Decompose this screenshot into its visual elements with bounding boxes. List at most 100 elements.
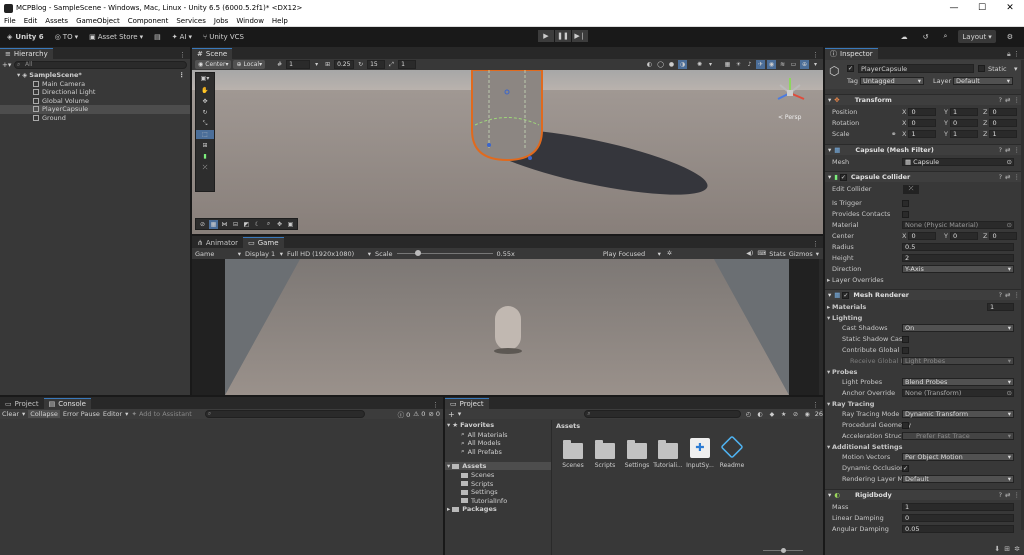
warning-count-badge[interactable]: ⚠ 0 (413, 410, 425, 418)
mute-audio-icon[interactable]: ◀) (745, 249, 754, 258)
more-menu-icon[interactable]: ⋮ (179, 71, 186, 79)
lighting-toggle-icon[interactable]: ☀ (734, 60, 743, 69)
constrain-proportions-icon[interactable]: ⚭ (891, 130, 896, 138)
receive-gi-dropdown[interactable]: Light Probes ▾ (902, 357, 1014, 365)
preset-icon[interactable]: ⇄ (1005, 491, 1010, 499)
game-scrollbar[interactable] (819, 259, 823, 395)
clear-button[interactable]: Clear (2, 410, 19, 418)
hierarchy-search-input[interactable]: ⌕ All (14, 60, 187, 69)
stats-button[interactable]: Stats (769, 250, 786, 258)
breadcrumb[interactable]: Assets (556, 422, 580, 430)
saved-search-icon[interactable]: ★ (779, 410, 788, 419)
error-count-badge[interactable]: ⓘ 0 (398, 409, 411, 419)
assets-folder-item[interactable]: ▾ Assets (445, 462, 551, 470)
menu-jobs[interactable]: Jobs (210, 17, 232, 25)
more-menu-icon[interactable]: ⋮ (1014, 173, 1021, 181)
lightmap-icon[interactable]: ☾ (253, 220, 262, 229)
preset-icon[interactable]: ⇄ (1005, 96, 1010, 104)
grid-snap-icon[interactable]: # (275, 60, 284, 69)
rendering-layer-dropdown[interactable]: Default ▾ (902, 475, 1014, 483)
object-picker-icon[interactable]: ⊙ (1007, 158, 1013, 166)
unity-account-button[interactable]: ◈ Unity 6 (3, 31, 48, 44)
help-icon[interactable]: ? (999, 491, 1002, 499)
console-log-area[interactable] (0, 420, 443, 555)
rotate-snap-field[interactable]: 15 (367, 60, 386, 69)
scene-camera-icon[interactable]: ✈ (756, 60, 765, 69)
readme-asset-icon[interactable] (720, 435, 744, 459)
physic-material-field[interactable]: None (Physic Material) ⊙ (902, 221, 1014, 229)
rotation-x-field[interactable]: 0 (908, 119, 937, 127)
zoom-slider-knob[interactable] (781, 548, 786, 553)
center-y-field[interactable]: 0 (949, 232, 978, 240)
log-count-badge[interactable]: ⊘ 0 (428, 410, 443, 418)
mesh-renderer-header[interactable]: ▾ ▦ ✓ Mesh Renderer ? ⇄ ⋮ (825, 289, 1024, 300)
mass-field[interactable]: 1 (902, 503, 1014, 511)
more-menu-icon[interactable]: ⋮ (812, 240, 823, 248)
chevron-down-icon[interactable]: ▾ (1014, 65, 1018, 73)
menu-services[interactable]: Services (172, 17, 210, 25)
render-mode-icon[interactable]: ◑ (678, 60, 687, 69)
layers-icon[interactable]: ≋ (778, 60, 787, 69)
wireframe-icon[interactable]: ◯ (656, 60, 665, 69)
position-x-field[interactable]: 0 (908, 108, 937, 116)
layout-dropdown[interactable]: Layout ▾ (958, 30, 996, 43)
scale-slider[interactable] (396, 249, 493, 258)
visibility-icon[interactable]: ◉ (767, 60, 776, 69)
eye-icon[interactable]: ◉ (803, 410, 812, 419)
probes-group[interactable]: ▾ Probes (825, 367, 1024, 377)
asset-folder-scenes[interactable] (563, 440, 583, 459)
chevron-down-icon[interactable]: ▾ (312, 60, 321, 69)
asset-store-button[interactable]: ▣ Asset Store ▾ (85, 31, 147, 44)
zoom-slider[interactable] (763, 548, 803, 553)
rotate-tool-icon[interactable]: ↻ (196, 108, 214, 117)
scene-root-item[interactable]: ▾ ◈ SampleScene* ⋮ (0, 71, 190, 80)
hierarchy-item-directional-light[interactable]: Directional Light (0, 88, 190, 97)
asset-folder-tutorialinfo[interactable] (658, 440, 678, 459)
cloud-services-icon[interactable]: ☁ (897, 30, 912, 43)
favorites-item[interactable]: ▾ ★ Favorites (447, 421, 494, 429)
preset-icon[interactable]: ⇄ (1005, 291, 1010, 299)
create-asset-button[interactable]: + (448, 410, 455, 419)
chevron-down-icon[interactable]: ▾ (22, 410, 25, 418)
search-icon[interactable]: ⌕ (939, 30, 951, 43)
shaded-icon[interactable]: ● (667, 60, 676, 69)
preset-icon[interactable]: ⇄ (1005, 173, 1010, 181)
folder-item-tutorialinfo[interactable]: TutorialInfo (461, 497, 507, 505)
move-tool-icon[interactable]: ✥ (196, 97, 214, 106)
rotation-y-field[interactable]: 0 (949, 119, 978, 127)
mesh-filter-header[interactable]: ▾ ▦ Capsule (Mesh Filter) ? ⇄ ⋮ (825, 144, 1024, 155)
rotate-snap-icon[interactable]: ↻ (356, 60, 365, 69)
grid-icon[interactable]: ▦ (209, 219, 218, 229)
debug-icon[interactable]: ✲ (1014, 545, 1020, 553)
hand-tool-icon[interactable]: ✋ (196, 86, 214, 95)
lighting-group[interactable]: ▾ Lighting (825, 313, 1024, 323)
more-menu-icon[interactable]: ⋮ (432, 401, 443, 409)
editor-dropdown[interactable]: Editor (103, 410, 122, 418)
acceleration-dropdown[interactable]: Prefer Fast Trace ▾ (902, 432, 1014, 440)
display-dropdown[interactable]: Display 1 ▾ (245, 250, 283, 258)
game-viewport[interactable] (192, 259, 823, 395)
layer-dropdown[interactable]: Default ▾ (953, 77, 1013, 85)
orientation-gizmo[interactable] (772, 75, 808, 111)
settings-gear-icon[interactable]: ⚙ (1003, 30, 1017, 43)
scale-x-field[interactable]: 1 (908, 130, 937, 138)
tab-hierarchy[interactable]: ≡ Hierarchy (0, 48, 53, 59)
chevron-down-icon[interactable]: ▾ (811, 60, 820, 69)
height-field[interactable]: 2 (902, 254, 1014, 262)
tab-game[interactable]: ▭ Game (243, 237, 284, 248)
tab-console[interactable]: ▤ Console (43, 398, 91, 409)
search-icon[interactable]: ⌕ (264, 220, 273, 229)
grid-count-field[interactable]: 1 (286, 60, 311, 69)
scale-snap-field[interactable]: 1 (398, 60, 417, 69)
tools-menu-icon[interactable]: ▣▾ (196, 74, 214, 83)
more-menu-icon[interactable]: ⋮ (1014, 291, 1021, 299)
favorite-all-prefabs[interactable]: ⌕ All Prefabs (461, 447, 502, 456)
chevron-down-icon[interactable]: ▾ (706, 60, 715, 69)
rotation-z-field[interactable]: 0 (989, 119, 1018, 127)
more-menu-icon[interactable]: ⋮ (1014, 96, 1021, 104)
play-mode-dropdown[interactable]: Play Focused ▾ (603, 250, 661, 258)
project-search-input[interactable]: ⌕ (584, 410, 741, 418)
game-mode-dropdown[interactable]: Game ▾ (195, 250, 241, 258)
ray-tracing-mode-dropdown[interactable]: Dynamic Transform ▾ (902, 410, 1014, 418)
close-button[interactable]: ✕ (996, 3, 1024, 13)
